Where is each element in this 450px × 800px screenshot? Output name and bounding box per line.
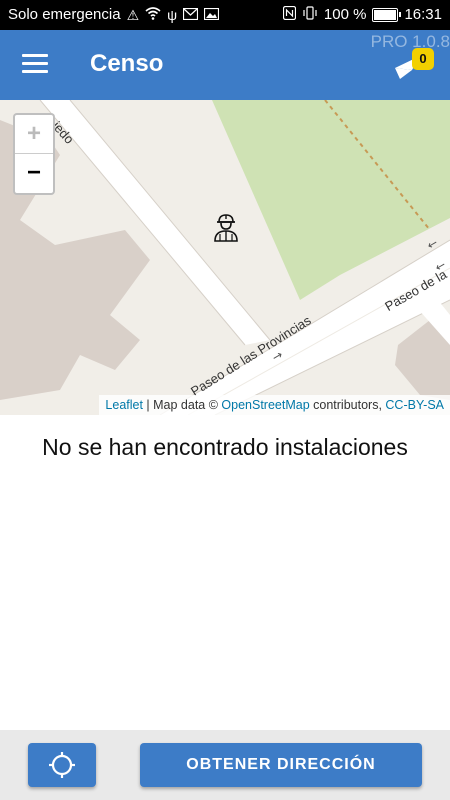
hamburger-icon [22, 54, 48, 57]
license-link[interactable]: CC-BY-SA [385, 398, 444, 412]
usb-icon: ψ [167, 6, 178, 23]
notifications-button[interactable]: 0 [394, 48, 434, 82]
zoom-in-button[interactable]: + [15, 115, 53, 154]
leaflet-link[interactable]: Leaflet [105, 398, 143, 412]
bottom-bar: OBTENER DIRECCIÓN [0, 730, 450, 800]
hamburger-line [22, 70, 48, 73]
menu-button[interactable] [22, 54, 48, 74]
app-bar: Censo PRO 1.0.8 0 [0, 30, 450, 100]
crosshair-icon [49, 752, 75, 778]
carrier-label: Solo emergencia [8, 6, 121, 23]
status-left: Solo emergencia ⚠ ψ [8, 6, 220, 23]
vibrate-icon [302, 6, 318, 23]
map-attribution: Leaflet | Map data © OpenStreetMap contr… [99, 395, 450, 415]
page-title: Censo [90, 50, 164, 77]
wifi-icon [145, 6, 161, 23]
gallery-icon [204, 7, 220, 23]
attribution-text: | Map data © [142, 398, 222, 412]
zoom-out-button[interactable]: − [15, 154, 53, 192]
status-right: 100 % 16:31 [282, 5, 442, 23]
notification-badge: 0 [412, 48, 434, 70]
battery-icon [372, 7, 402, 22]
hamburger-line [22, 62, 48, 65]
alert-icon: ⚠ [126, 6, 140, 23]
locate-button[interactable] [28, 743, 96, 787]
zoom-control: + − [13, 113, 55, 195]
osm-link[interactable]: OpenStreetMap [221, 398, 309, 412]
empty-state-message: No se han encontrado instalaciones [42, 434, 408, 460]
attribution-text: contributors, [309, 398, 386, 412]
clock: 16:31 [404, 6, 442, 23]
status-bar: Solo emergencia ⚠ ψ 100 % 16:31 [0, 0, 450, 30]
mail-icon [183, 7, 199, 23]
map-view[interactable]: → ← ← Paseo de las Provincias Paseo de l… [0, 100, 450, 415]
battery-percent: 100 % [323, 6, 367, 23]
get-address-button[interactable]: OBTENER DIRECCIÓN [140, 743, 422, 787]
worker-marker-icon[interactable] [212, 212, 240, 242]
nfc-icon [282, 5, 297, 23]
